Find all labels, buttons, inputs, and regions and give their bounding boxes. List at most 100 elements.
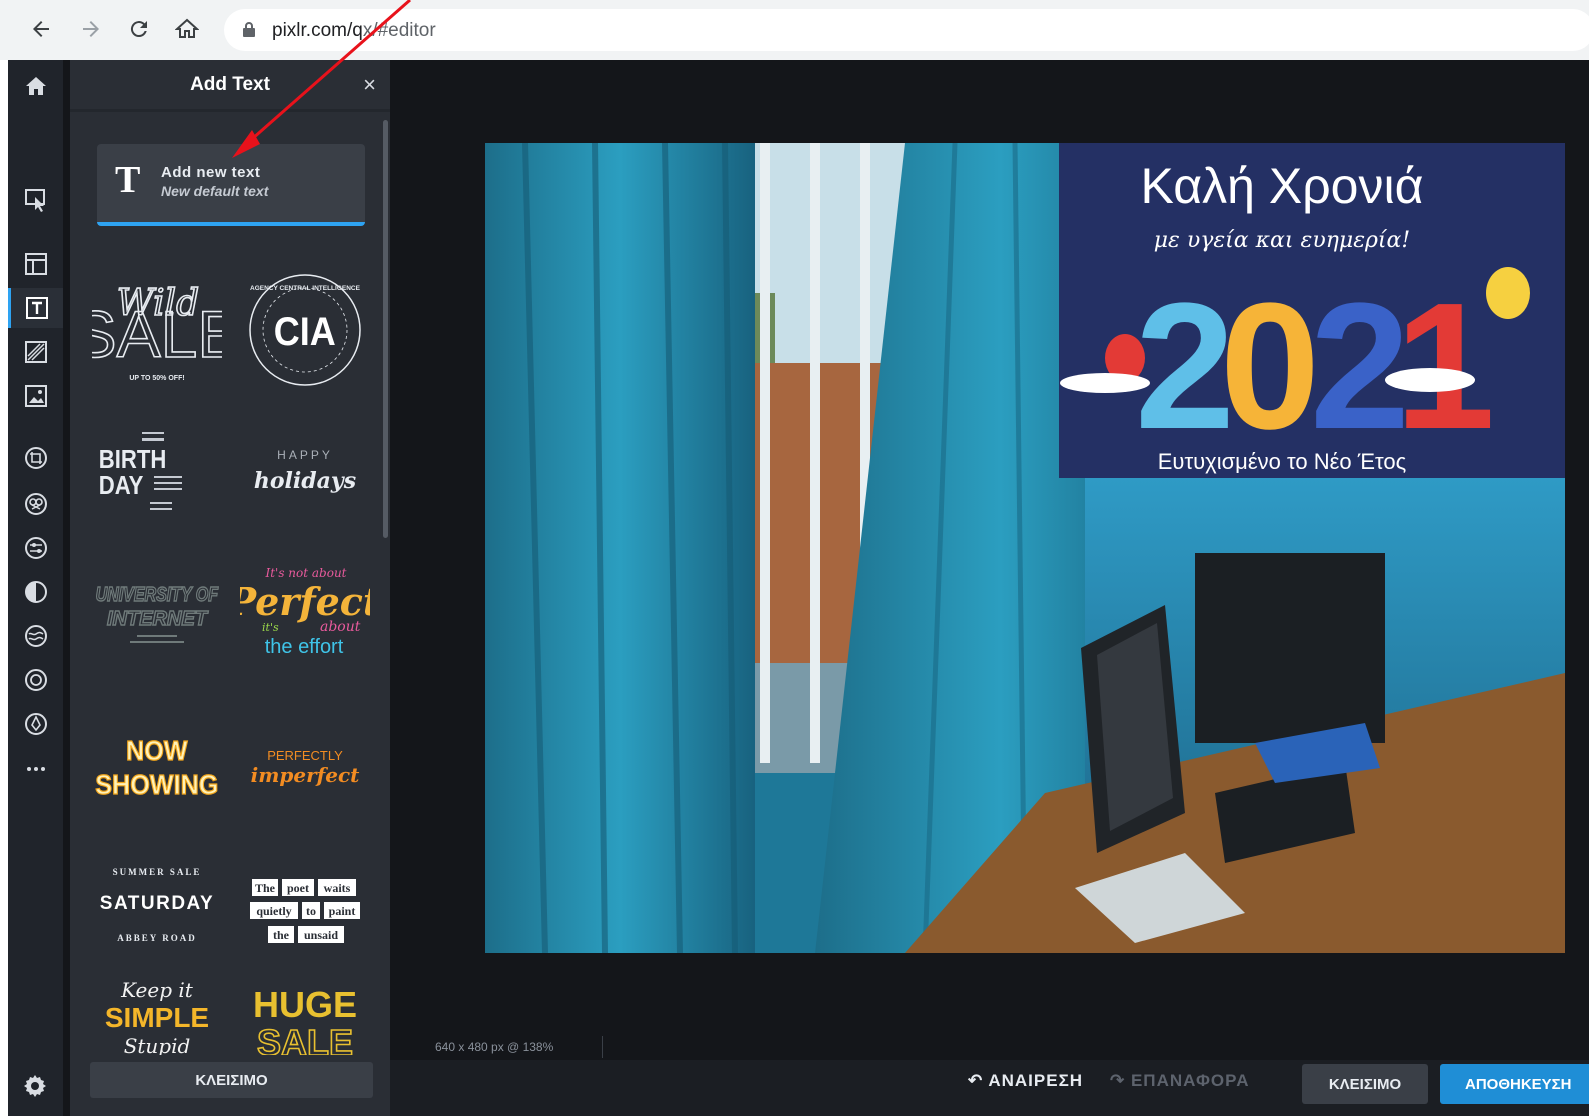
- close-editor-button[interactable]: ΚΛΕΙΣΙΜΟ: [1302, 1064, 1428, 1104]
- arrange-tool-icon[interactable]: [8, 180, 63, 220]
- focus-tool-icon[interactable]: [8, 660, 63, 700]
- canvas-image[interactable]: Καλή Χρονιά με υγεία και ευημερία! 2 0 2…: [485, 143, 1565, 953]
- preset-text: SIMPLE: [105, 1002, 209, 1033]
- canvas-area[interactable]: Καλή Χρονιά με υγεία και ευημερία! 2 0 2…: [390, 60, 1589, 1057]
- greeting-subtitle: με υγεία και ευημερία!: [1154, 228, 1411, 253]
- undo-label: ΑΝΑΙΡΕΣΗ: [988, 1071, 1084, 1090]
- lock-icon: [243, 22, 255, 37]
- preset-text: UNIVERSITY OF: [96, 583, 219, 605]
- preset-text: Stupid: [124, 1034, 191, 1055]
- text-t-icon: T: [115, 159, 141, 201]
- panel-close-button[interactable]: ΚΛΕΙΣΙΜΟ: [90, 1062, 373, 1098]
- cloud-left: [1060, 373, 1150, 393]
- home-tool-icon[interactable]: [8, 66, 63, 106]
- redo-button[interactable]: ↷ ΕΠΑΝΑΦΟΡΑ: [1110, 1071, 1250, 1091]
- url-text: pixlr.com/qx/#editor: [272, 20, 436, 41]
- add-text-panel: Add Text × T Add new text New default te…: [70, 60, 390, 1116]
- preset-huge-sale[interactable]: HUGE SALE: [240, 975, 370, 1055]
- panel-header: Add Text ×: [70, 60, 390, 112]
- preset-text: The: [255, 881, 276, 895]
- preset-text: Keep it: [120, 978, 194, 1002]
- image-tool-icon[interactable]: [8, 376, 63, 416]
- cutout-tool-icon[interactable]: [8, 484, 63, 524]
- draw-tool-icon[interactable]: [8, 704, 63, 744]
- preset-wild-sale[interactable]: SALE Wild UP TO 50% OFF!: [92, 265, 222, 395]
- filter-tool-icon[interactable]: [8, 572, 63, 612]
- redo-icon: ↷: [1110, 1071, 1131, 1090]
- year-digit-0: 0: [1220, 266, 1320, 467]
- liquify-tool-icon[interactable]: [8, 616, 63, 656]
- greeting-title: Καλή Χρονιά: [1141, 158, 1424, 214]
- forward-icon[interactable]: [74, 12, 108, 46]
- preset-text: AGENCY CENTRAL INTELLIGENCE: [250, 285, 361, 292]
- preset-text: the: [273, 928, 290, 942]
- undo-icon: ↶: [968, 1071, 989, 1090]
- add-new-text-label: Add new text: [161, 164, 261, 181]
- reload-icon[interactable]: [122, 12, 156, 46]
- preset-text: HAPPY: [277, 448, 333, 462]
- settings-gear-icon[interactable]: [22, 1073, 48, 1099]
- preset-text: poet: [287, 881, 309, 895]
- preset-cia[interactable]: CIA AGENCY CENTRAL INTELLIGENCE: [240, 265, 370, 395]
- preset-text: holidays: [254, 468, 356, 494]
- redo-label: ΕΠΑΝΑΦΟΡΑ: [1130, 1071, 1250, 1090]
- tool-rail: [8, 60, 63, 1116]
- preset-text: Wild: [117, 283, 199, 324]
- preset-text: SALE: [257, 1022, 353, 1055]
- cloud-right: [1385, 368, 1475, 392]
- home-icon[interactable]: [170, 12, 204, 46]
- preset-text: to: [306, 904, 316, 918]
- address-bar[interactable]: pixlr.com/qx/#editor: [224, 9, 1589, 51]
- preset-text: PERFECTLY: [267, 748, 343, 763]
- preset-text: quietly: [256, 904, 291, 918]
- crop-tool-icon[interactable]: [8, 438, 63, 478]
- add-new-text-button[interactable]: T Add new text New default text: [97, 144, 365, 226]
- preset-text: waits: [324, 881, 351, 895]
- more-tools-icon[interactable]: [8, 748, 63, 788]
- save-button[interactable]: ΑΠΟΘΗΚΕΥΣΗ: [1440, 1064, 1589, 1104]
- preset-text: it's: [262, 621, 279, 634]
- preset-text: DAY: [99, 471, 144, 500]
- add-new-text-sublabel: New default text: [161, 183, 269, 199]
- preset-text: SHOWING: [95, 769, 218, 801]
- panel-close-icon[interactable]: ×: [363, 72, 376, 98]
- preset-text: unsaid: [304, 928, 338, 942]
- info-divider: [602, 1036, 603, 1058]
- preset-text: CIA: [274, 310, 336, 354]
- preset-text: NOW: [126, 735, 188, 767]
- preset-perfect-effort[interactable]: It's not about Perfect it's about the ef…: [240, 555, 370, 685]
- preset-saturday[interactable]: SUMMER SALE SATURDAY ABBEY ROAD: [92, 845, 222, 975]
- texture-tool-icon[interactable]: [8, 332, 63, 372]
- preset-text: INTERNET: [107, 608, 209, 630]
- preset-perfectly-imperfect[interactable]: PERFECTLY imperfect: [240, 700, 370, 830]
- preset-text: SUMMER SALE: [113, 867, 202, 877]
- panel-scrollbar[interactable]: [383, 120, 388, 538]
- undo-button[interactable]: ↶ ΑΝΑΙΡΕΣΗ: [968, 1071, 1083, 1091]
- preset-text: SATURDAY: [100, 893, 214, 914]
- preset-text: paint: [329, 904, 356, 918]
- preset-text: Perfect: [240, 579, 370, 624]
- preset-university-internet[interactable]: UNIVERSITY OF INTERNET: [92, 555, 222, 685]
- preset-birthday[interactable]: BIRTH DAY: [92, 410, 222, 540]
- preset-text: It's not about: [264, 566, 346, 580]
- preset-keep-it-simple[interactable]: Keep it SIMPLE Stupid: [92, 975, 222, 1055]
- greeting-footer: Ευτυχισμένο το Νέο Έτος: [1158, 449, 1407, 474]
- preset-happy-holidays[interactable]: HAPPY holidays: [240, 410, 370, 540]
- preset-text: BIRTH: [99, 445, 166, 474]
- preset-text: about: [320, 619, 361, 635]
- panel-title: Add Text: [190, 74, 270, 95]
- layers-tool-icon[interactable]: [8, 244, 63, 284]
- preset-text: UP TO 50% OFF!: [129, 375, 184, 382]
- text-tool-icon[interactable]: [8, 288, 63, 328]
- preset-text: imperfect: [251, 763, 361, 787]
- preset-poet-waits[interactable]: The poet waits quietly to paint the unsa…: [240, 845, 370, 975]
- url-path: x/#editor: [362, 20, 436, 41]
- pixlr-editor: Add Text × T Add new text New default te…: [8, 60, 1589, 1116]
- balloon-yellow: [1486, 267, 1530, 319]
- adjust-tool-icon[interactable]: [8, 528, 63, 568]
- year-digit-1: 1: [1395, 266, 1495, 467]
- preset-now-showing[interactable]: NOW SHOWING: [92, 700, 222, 830]
- canvas-size-info: 640 x 480 px @ 138%: [435, 1040, 554, 1054]
- browser-toolbar: pixlr.com/qx/#editor: [0, 0, 1589, 60]
- back-icon[interactable]: [24, 12, 58, 46]
